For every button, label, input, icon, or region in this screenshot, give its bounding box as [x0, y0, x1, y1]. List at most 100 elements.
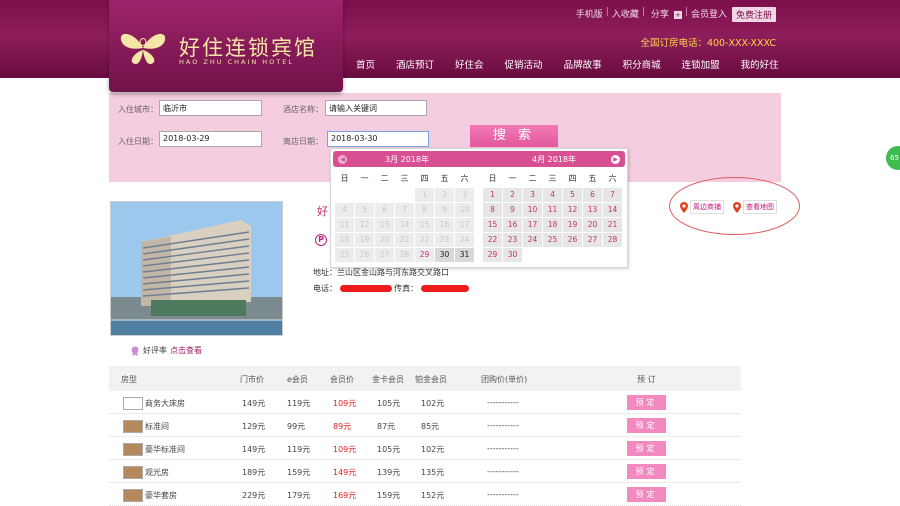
- calendar-day[interactable]: 1: [483, 188, 502, 202]
- calendar-day[interactable]: 4: [335, 203, 354, 217]
- calendar-day[interactable]: 9: [435, 203, 454, 217]
- checkin-date-input[interactable]: 2018-03-29: [159, 131, 262, 147]
- calendar-day[interactable]: 17: [455, 218, 474, 232]
- nav-franchise[interactable]: 连锁加盟: [674, 58, 728, 76]
- calendar-day[interactable]: 2: [503, 188, 522, 202]
- nav-points-mall[interactable]: 积分商城: [615, 58, 669, 76]
- calendar-day[interactable]: 21: [603, 218, 622, 232]
- col-group-price: 团购价(单价): [481, 375, 528, 384]
- calendar-day[interactable]: 12: [355, 218, 374, 232]
- calendar-day[interactable]: 7: [603, 188, 622, 202]
- calendar-day[interactable]: 18: [335, 233, 354, 247]
- book-button[interactable]: 预定: [627, 464, 666, 479]
- book-button[interactable]: 预定: [627, 441, 666, 456]
- calendar-day[interactable]: 14: [603, 203, 622, 217]
- calendar-day[interactable]: 18: [543, 218, 562, 232]
- calendar-day[interactable]: 6: [583, 188, 602, 202]
- review-link[interactable]: 点击查看: [170, 345, 202, 356]
- calendar-day[interactable]: 26: [355, 248, 374, 262]
- calendar-day[interactable]: 13: [375, 218, 394, 232]
- register-button[interactable]: 免费注册: [731, 7, 776, 22]
- calendar-day[interactable]: 8: [415, 203, 434, 217]
- calendar-day[interactable]: 19: [563, 218, 582, 232]
- view-map-link[interactable]: 查看地图: [733, 200, 777, 214]
- calendar-day[interactable]: 29: [415, 248, 434, 262]
- login-link[interactable]: 会员登入: [688, 7, 730, 22]
- favorite-link[interactable]: 入收藏: [609, 7, 642, 22]
- calendar-day[interactable]: 12: [563, 203, 582, 217]
- calendar-day[interactable]: 29: [483, 248, 502, 262]
- calendar-day[interactable]: 5: [563, 188, 582, 202]
- book-button[interactable]: 预定: [627, 395, 666, 410]
- calendar-day[interactable]: 24: [523, 233, 542, 247]
- calendar-day[interactable]: 16: [435, 218, 454, 232]
- calendar-day[interactable]: 25: [543, 233, 562, 247]
- mobile-link[interactable]: 手机版: [573, 7, 606, 22]
- calendar-day[interactable]: 16: [503, 218, 522, 232]
- book-button[interactable]: 预定: [627, 487, 666, 502]
- city-input[interactable]: 临沂市: [159, 100, 262, 116]
- calendar-day[interactable]: 15: [483, 218, 502, 232]
- logo[interactable]: 好住连锁宾馆 HAO ZHU CHAIN HOTEL: [109, 0, 343, 92]
- room-thumbnail: [123, 420, 143, 433]
- hotel-name-input[interactable]: 请输入关键词: [325, 100, 427, 116]
- nav-my-account[interactable]: 我的好住: [733, 58, 787, 76]
- calendar-day[interactable]: 26: [563, 233, 582, 247]
- calendar-day[interactable]: 3: [455, 188, 474, 202]
- month1-grid: 日一二三四五六 1 2 3 4 5 6 7 8 9 10 11 12 13 14 15 16 17 18 19 20 21…: [335, 173, 474, 262]
- nav-member-club[interactable]: 好住会: [447, 58, 492, 76]
- share-link[interactable]: 分享 +: [645, 7, 685, 22]
- calendar-day[interactable]: 30: [435, 248, 454, 262]
- calendar-day[interactable]: 21: [395, 233, 414, 247]
- calendar-day[interactable]: 25: [335, 248, 354, 262]
- calendar-day[interactable]: 31: [455, 248, 474, 262]
- calendar-day[interactable]: 24: [455, 233, 474, 247]
- nav-hotel-booking[interactable]: 酒店预订: [388, 58, 442, 76]
- calendar-day[interactable]: 7: [395, 203, 414, 217]
- prev-month-icon[interactable]: ◀: [338, 155, 347, 164]
- calendar-day[interactable]: 11: [543, 203, 562, 217]
- calendar-day[interactable]: 4: [543, 188, 562, 202]
- calendar-day[interactable]: 13: [583, 203, 602, 217]
- calendar-day[interactable]: 15: [415, 218, 434, 232]
- calendar-day[interactable]: 23: [503, 233, 522, 247]
- calendar-day[interactable]: 22: [483, 233, 502, 247]
- calendar-day[interactable]: 17: [523, 218, 542, 232]
- nav-brand-story[interactable]: 品牌故事: [556, 58, 610, 76]
- calendar-day[interactable]: 22: [415, 233, 434, 247]
- calendar-day[interactable]: 19: [355, 233, 374, 247]
- checkin-label: 入住日期：: [118, 137, 158, 146]
- calendar-day[interactable]: 6: [375, 203, 394, 217]
- calendar-day[interactable]: 11: [335, 218, 354, 232]
- calendar-day[interactable]: 1: [415, 188, 434, 202]
- next-month-icon[interactable]: ▶: [611, 155, 620, 164]
- checkout-date-input[interactable]: 2018-03-30: [327, 131, 429, 147]
- floating-side-badge[interactable]: 65: [886, 146, 900, 170]
- calendar-day[interactable]: 14: [395, 218, 414, 232]
- weekday-header: 日: [340, 174, 349, 183]
- calendar-day[interactable]: 2: [435, 188, 454, 202]
- calendar-day[interactable]: 9: [503, 203, 522, 217]
- phone-redacted: [339, 285, 392, 292]
- calendar-day[interactable]: 28: [603, 233, 622, 247]
- calendar-day[interactable]: 20: [583, 218, 602, 232]
- calendar-day[interactable]: 27: [583, 233, 602, 247]
- calendar-day[interactable]: 3: [523, 188, 542, 202]
- calendar-day[interactable]: 8: [483, 203, 502, 217]
- calendar-day[interactable]: 20: [375, 233, 394, 247]
- calendar-day[interactable]: 10: [455, 203, 474, 217]
- weekday-header: 六: [608, 174, 617, 183]
- calendar-day[interactable]: 5: [355, 203, 374, 217]
- search-button[interactable]: 搜 索: [470, 125, 558, 147]
- calendar-day[interactable]: 28: [395, 248, 414, 262]
- nav-promotions[interactable]: 促销活动: [497, 58, 551, 76]
- calendar-day[interactable]: 10: [523, 203, 542, 217]
- book-button[interactable]: 预定: [627, 418, 666, 433]
- calendar-day[interactable]: 30: [503, 248, 522, 262]
- nav-home[interactable]: 首页: [348, 58, 383, 76]
- calendar-day[interactable]: 23: [435, 233, 454, 247]
- weekday-header: 五: [440, 174, 449, 183]
- calendar-day[interactable]: 27: [375, 248, 394, 262]
- site-header: 好住连锁宾馆 HAO ZHU CHAIN HOTEL 手机版 | 入收藏 | 分…: [0, 0, 900, 92]
- nearby-shops-link[interactable]: 周边商铺: [680, 200, 724, 214]
